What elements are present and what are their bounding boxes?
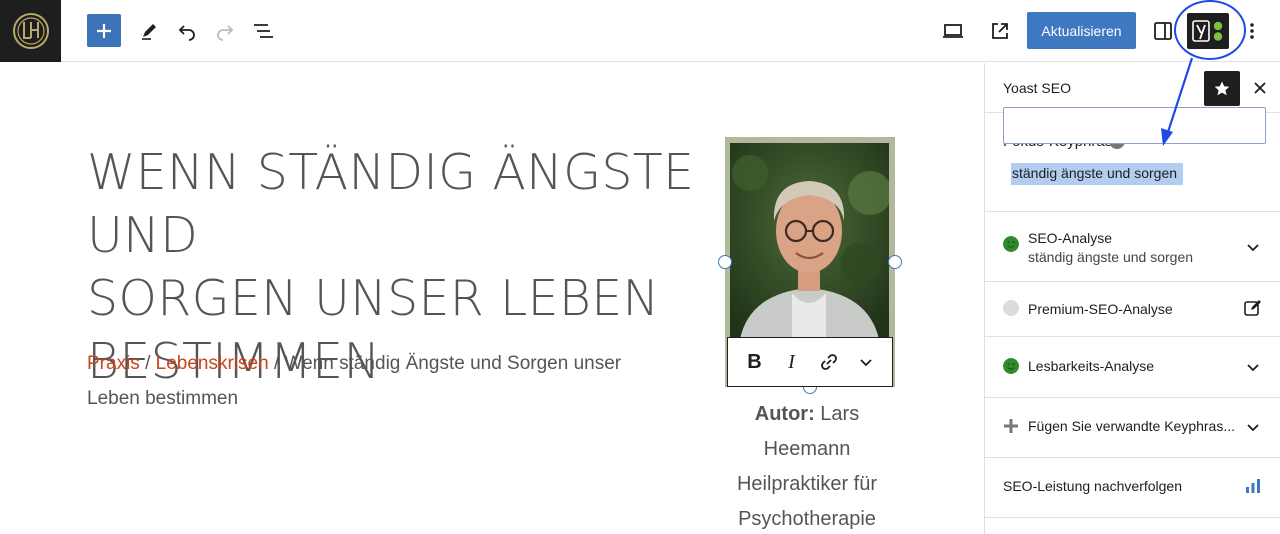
pin-sidebar-button[interactable] <box>1204 71 1240 106</box>
link-button[interactable] <box>814 347 844 377</box>
site-logo[interactable] <box>0 0 61 62</box>
more-formatting-button[interactable] <box>851 347 881 377</box>
related-keyphrase-title: Fügen Sie verwandte Keyphras... <box>1028 418 1236 434</box>
plus-icon <box>1004 419 1018 433</box>
seo-performance-row[interactable]: SEO-Leistung nachverfolgen <box>985 458 1280 518</box>
highlight-circle-annotation <box>1174 0 1246 60</box>
settings-sidebar-toggle[interactable] <box>1150 19 1176 43</box>
premium-seo-analysis-title: Premium-SEO-Analyse <box>1028 301 1173 317</box>
image-formatting-toolbar: B I <box>727 337 893 387</box>
author-label: Autor: <box>754 403 815 425</box>
readability-analysis-title: Lesbarkeits-Analyse <box>1028 358 1155 374</box>
add-block-button[interactable] <box>87 14 121 47</box>
view-post-button[interactable] <box>987 19 1013 43</box>
edit-icon <box>1243 298 1263 318</box>
redo-icon <box>217 25 234 41</box>
readability-analysis-row[interactable]: Lesbarkeits-Analyse <box>985 337 1280 398</box>
breadcrumb-separator: / <box>268 353 285 374</box>
focus-keyphrase-value: ständig ängste und sorgen <box>1012 165 1178 181</box>
close-icon <box>1254 82 1266 94</box>
bold-button[interactable]: B <box>740 347 770 377</box>
italic-button[interactable]: I <box>777 347 807 377</box>
redo-button[interactable] <box>213 19 237 43</box>
portrait-image <box>730 143 889 339</box>
chevron-down-icon <box>1243 237 1263 257</box>
chevron-down-icon <box>1243 417 1263 437</box>
premium-seo-analysis-row[interactable]: Premium-SEO-Analyse <box>985 282 1280 337</box>
related-keyphrase-row[interactable]: Fügen Sie verwandte Keyphras... <box>985 398 1280 458</box>
focus-keyphrase-input[interactable] <box>1003 107 1266 144</box>
yoast-sidebar: Yoast SEO Fokus-Keyphrase ? ständig ängs… <box>984 63 1280 534</box>
bar-chart-icon <box>1243 476 1263 496</box>
more-options-icon <box>1250 23 1254 39</box>
editor-screen: Aktualisieren WENN STÄNDIG ÄNGSTE UND SO… <box>0 0 1280 534</box>
author-caption[interactable]: Autor: Lars Heemann Heilpraktiker für Ps… <box>727 397 887 534</box>
smiley-good-icon <box>1003 358 1019 374</box>
sidebar-title: Yoast SEO <box>1003 80 1071 96</box>
smiley-good-icon <box>1003 236 1019 252</box>
link-icon <box>820 354 837 370</box>
document-overview-icon <box>254 24 273 38</box>
logo-icon <box>12 13 49 49</box>
desktop-preview-icon <box>943 24 963 38</box>
status-none-icon <box>1003 300 1019 316</box>
author-photo <box>730 143 889 339</box>
star-icon <box>1214 81 1230 95</box>
pen-icon <box>142 24 156 40</box>
chevron-down-icon <box>1243 357 1263 377</box>
breadcrumb-link-praxis[interactable]: Praxis <box>87 353 140 374</box>
resize-handle-left[interactable] <box>718 255 732 269</box>
resize-handle-right[interactable] <box>888 255 902 269</box>
breadcrumb-link-lebenskrisen[interactable]: Lebenskrisen <box>156 353 269 374</box>
plus-icon <box>97 23 111 38</box>
author-role: Heilpraktiker für Psychotherapie <box>736 473 878 530</box>
breadcrumb: Praxis / Lebenskrisen / Wenn ständig Äng… <box>87 346 667 416</box>
undo-button[interactable] <box>175 19 199 43</box>
top-toolbar: Aktualisieren <box>0 0 1280 62</box>
editor-canvas: WENN STÄNDIG ÄNGSTE UND SORGEN UNSER LEB… <box>0 63 984 534</box>
close-sidebar-button[interactable] <box>1247 75 1273 101</box>
seo-performance-title: SEO-Leistung nachverfolgen <box>1003 478 1182 494</box>
chevron-down-icon <box>859 359 872 367</box>
seo-analysis-row[interactable]: SEO-Analyse ständig ängste und sorgen <box>985 212 1280 282</box>
tools-button[interactable] <box>137 19 161 43</box>
document-overview-button[interactable] <box>251 19 275 43</box>
sidebar-header: Yoast SEO <box>985 63 1280 113</box>
update-button[interactable]: Aktualisieren <box>1027 12 1136 49</box>
external-link-icon <box>992 23 1008 39</box>
undo-icon <box>178 25 195 41</box>
preview-button[interactable] <box>940 19 966 43</box>
sidebar-toggle-icon <box>1154 22 1172 40</box>
breadcrumb-separator: / <box>139 353 156 374</box>
seo-analysis-title: SEO-Analyse <box>1028 230 1113 246</box>
seo-analysis-keyphrase: ständig ängste und sorgen <box>1028 249 1194 265</box>
